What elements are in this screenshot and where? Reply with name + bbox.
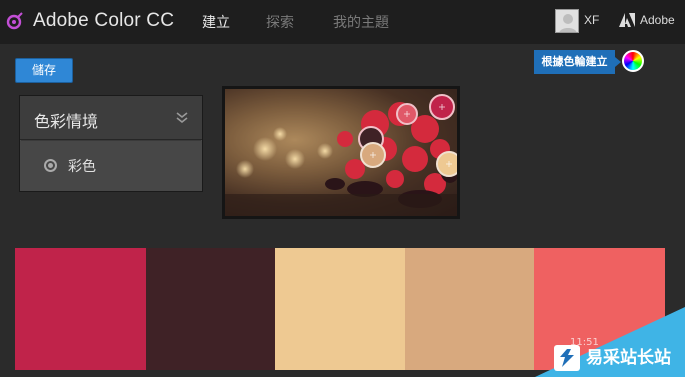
adobe-color-logo-icon[interactable] [6, 11, 26, 31]
source-photo[interactable] [225, 89, 457, 216]
tab-my-themes[interactable]: 我的主題 [333, 12, 389, 32]
wheel-tooltip: 根據色輪建立 [534, 50, 621, 74]
swatch-3[interactable] [275, 248, 405, 370]
watermark: 易采站长站 [550, 342, 685, 377]
save-button[interactable]: 儲存 [15, 58, 73, 83]
watermark-logo-icon [554, 345, 580, 371]
radio-icon[interactable] [44, 159, 57, 172]
color-wheel-icon[interactable] [622, 50, 644, 72]
top-bar: Adobe Color CC 建立 探索 我的主題 XF Adobe [0, 0, 685, 44]
user-name[interactable]: XF [584, 13, 599, 27]
photo-illustration [225, 89, 457, 216]
tab-create[interactable]: 建立 [202, 12, 230, 32]
mood-option-label: 彩色 [68, 159, 96, 175]
swatch-4[interactable] [405, 248, 534, 370]
swatch-2[interactable] [146, 248, 275, 370]
adobe-label[interactable]: Adobe [640, 13, 675, 27]
adobe-icon[interactable] [619, 13, 635, 27]
swatch-1[interactable] [15, 248, 146, 370]
color-mood-panel: 色彩情境 彩色 [19, 95, 203, 192]
tab-explore[interactable]: 探索 [266, 12, 294, 32]
chevron-double-down-icon[interactable] [175, 111, 189, 125]
avatar[interactable] [555, 9, 579, 33]
watermark-text: 易采站长站 [586, 348, 671, 368]
photo-frame [222, 86, 460, 219]
mood-option-colorful[interactable]: 彩色 [20, 141, 202, 191]
app-title[interactable]: Adobe Color CC [33, 10, 174, 32]
color-mood-title: 色彩情境 [34, 112, 99, 131]
user-silhouette-icon [559, 14, 577, 32]
color-mood-header[interactable]: 色彩情境 [20, 96, 202, 140]
